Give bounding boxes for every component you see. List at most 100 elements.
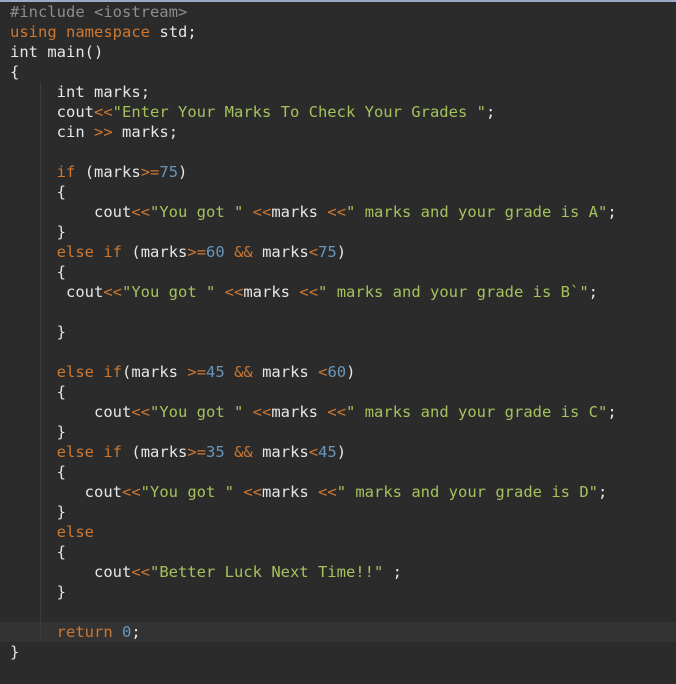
code-line[interactable]	[0, 342, 676, 362]
code-area[interactable]: #include <iostream> using namespace std; i…	[0, 2, 676, 662]
code-line[interactable]: cout<<"You got " <<marks <<" marks and y…	[0, 202, 676, 222]
code-token: cout	[84, 483, 122, 501]
code-token: else	[56, 443, 94, 461]
code-token: marks	[94, 163, 141, 181]
code-line[interactable]: }	[0, 322, 676, 342]
code-token: ;	[187, 23, 197, 41]
code-line[interactable]	[0, 602, 676, 622]
code-line[interactable]: {	[0, 182, 676, 202]
code-line[interactable]: {	[0, 262, 676, 282]
code-token: <<	[252, 403, 272, 421]
indent-guide	[40, 422, 41, 442]
code-line[interactable]: else	[0, 522, 676, 542]
indent-guide	[40, 182, 41, 202]
code-token: int	[10, 43, 38, 61]
indent-guide	[40, 562, 41, 582]
code-token: if	[103, 363, 123, 381]
code-line[interactable]: }	[0, 642, 676, 662]
indent-guide	[40, 122, 41, 142]
code-token: cin	[56, 123, 85, 141]
code-token: <<	[299, 283, 319, 301]
code-editor[interactable]: #include <iostream> using namespace std; i…	[0, 0, 676, 684]
code-token: >>	[94, 123, 113, 141]
code-line[interactable]: cout<<"You got " <<marks <<" marks and y…	[0, 282, 676, 302]
code-line[interactable]: else if (marks>=60 && marks<75)	[0, 242, 676, 262]
indent-guide	[40, 82, 41, 102]
code-line[interactable]: cout<<"You got " <<marks <<" marks and y…	[0, 482, 676, 502]
code-line[interactable]: cout<<"Enter Your Marks To Check Your Gr…	[0, 102, 676, 122]
code-line[interactable]: using namespace std;	[0, 22, 676, 42]
code-token: {	[56, 183, 67, 201]
code-token: <<	[252, 203, 272, 221]
code-token: else	[56, 363, 94, 381]
code-line[interactable]: }	[0, 502, 676, 522]
code-token: <<	[121, 483, 141, 501]
code-token: cout	[94, 403, 132, 421]
code-token: cout	[94, 203, 132, 221]
code-token: <<	[318, 483, 337, 501]
code-token: ;	[168, 123, 179, 141]
code-line[interactable]	[0, 142, 676, 162]
code-line[interactable]: int marks;	[0, 82, 676, 102]
indent-guide	[40, 222, 41, 242]
code-line[interactable]: cout<<"Better Luck Next Time!!" ;	[0, 562, 676, 582]
code-line[interactable]: }	[0, 422, 676, 442]
code-token: (	[131, 443, 141, 461]
code-token: <<	[327, 403, 347, 421]
code-line[interactable]: {	[0, 462, 676, 482]
indent-guide	[40, 282, 41, 302]
code-token: else	[56, 523, 94, 541]
code-token: " marks and your grade is B`"	[318, 283, 589, 301]
code-token: "You got "	[150, 403, 244, 421]
code-line[interactable]: cin >> marks;	[0, 122, 676, 142]
code-line[interactable]: {	[0, 382, 676, 402]
code-line[interactable]: else if(marks >=45 && marks <60)	[0, 362, 676, 382]
code-token: namespace	[66, 23, 151, 41]
code-token: marks	[131, 363, 179, 381]
code-line[interactable]	[0, 302, 676, 322]
code-token: using	[10, 23, 57, 41]
code-line[interactable]: return 0;	[0, 622, 676, 642]
code-token: cout	[56, 103, 94, 121]
code-token: )	[178, 163, 188, 181]
code-line[interactable]: else if (marks>=35 && marks<45)	[0, 442, 676, 462]
code-token: if	[103, 243, 123, 261]
code-token: ;	[607, 403, 617, 421]
code-line[interactable]: cout<<"You got " <<marks <<" marks and y…	[0, 402, 676, 422]
code-token: {	[10, 63, 20, 81]
code-token: {	[56, 263, 67, 281]
code-token: ;	[588, 283, 598, 301]
code-token: }	[10, 643, 20, 661]
code-line[interactable]: {	[0, 62, 676, 82]
code-line[interactable]: }	[0, 222, 676, 242]
code-token: marks	[271, 203, 319, 221]
indent-guide	[40, 362, 41, 382]
indent-guide	[40, 162, 41, 182]
code-line[interactable]: #include <iostream>	[0, 2, 676, 22]
code-token: ;	[607, 203, 617, 221]
code-token: 0	[122, 623, 132, 641]
indent-guide	[40, 462, 41, 482]
code-token: )	[336, 243, 347, 261]
code-line[interactable]: int main()	[0, 42, 676, 62]
code-line[interactable]: {	[0, 542, 676, 562]
code-line[interactable]: if (marks>=75)	[0, 162, 676, 182]
code-line[interactable]: }	[0, 582, 676, 602]
